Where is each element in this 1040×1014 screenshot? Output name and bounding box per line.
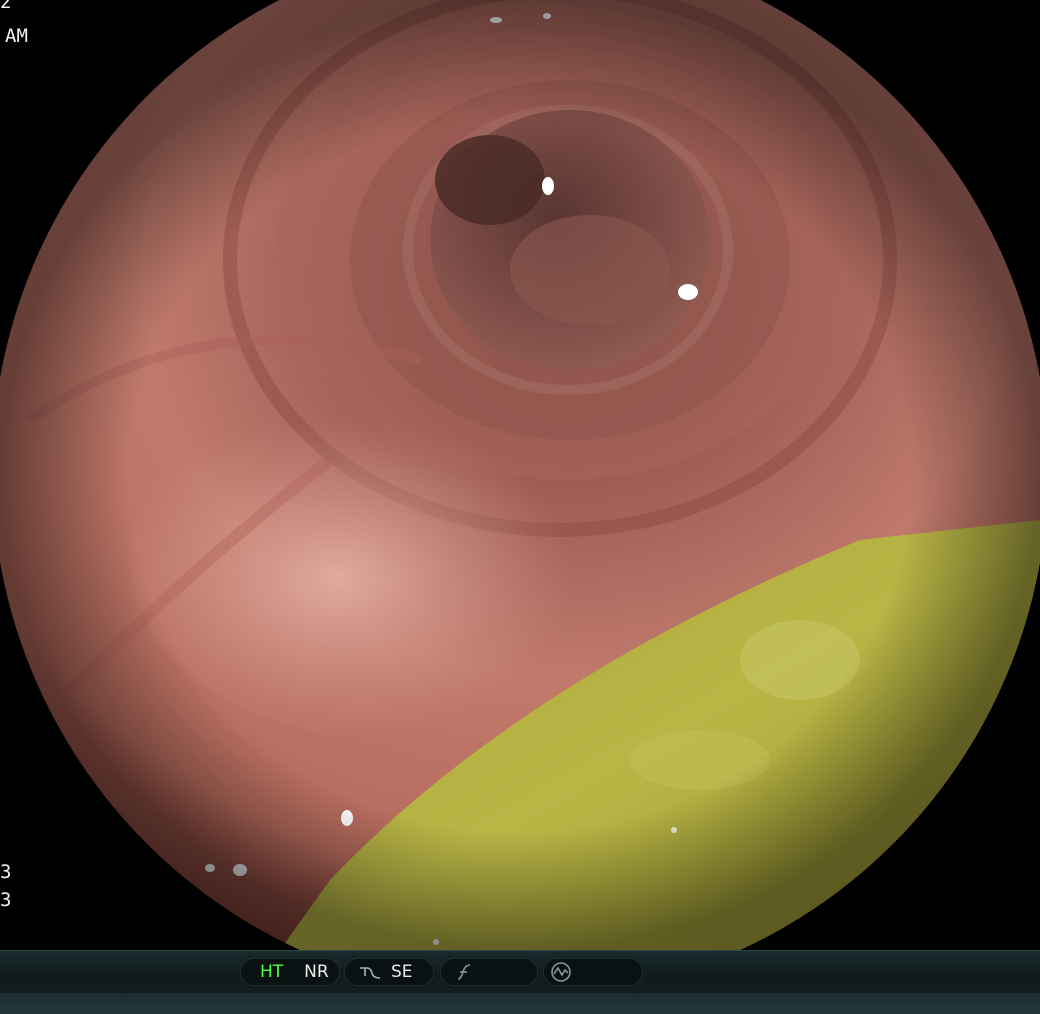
f-curve-icon: [455, 963, 473, 981]
waveform-icon: [550, 961, 572, 983]
f-curve-indicator: [440, 958, 538, 986]
endoscopy-screen: 2 AM 3 3 HT NR SE: [0, 0, 1040, 1014]
ht-nr-indicator: HT NR: [240, 958, 340, 986]
se-indicator: SE: [344, 958, 434, 986]
overlay-top-number: 2: [0, 0, 12, 13]
ht-label: HT: [260, 962, 284, 982]
overlay-bottom-value-1: 3: [0, 861, 12, 883]
nr-label: NR: [304, 962, 329, 982]
se-label: SE: [391, 962, 413, 982]
status-bar: HT NR SE: [0, 950, 1040, 1014]
endoscopic-view: [0, 0, 1040, 950]
enhancement-icon: [359, 964, 381, 980]
overlay-time-ampm: AM: [5, 25, 28, 47]
waveform-indicator: [543, 958, 643, 986]
overlay-bottom-value-2: 3: [0, 889, 12, 911]
